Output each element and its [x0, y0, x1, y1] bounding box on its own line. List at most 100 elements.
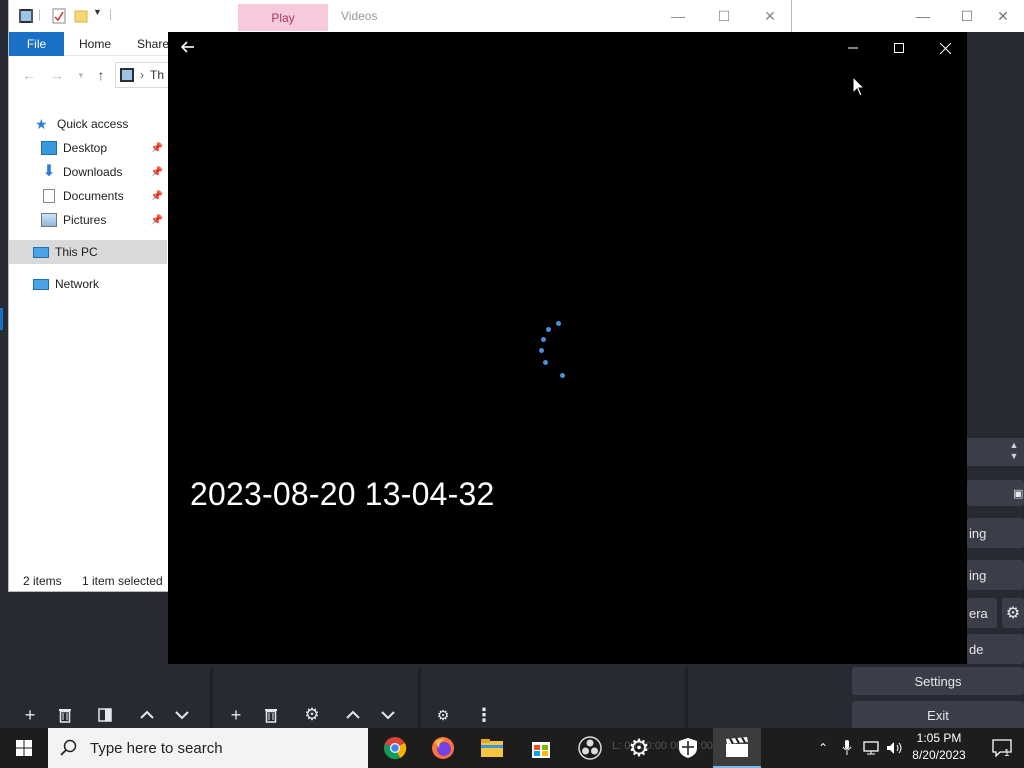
start-streaming-button[interactable]: ing — [967, 518, 1024, 548]
download-icon: ⬇ — [42, 163, 56, 180]
start-button[interactable] — [0, 728, 48, 768]
obs-close-button[interactable]: ✕ — [980, 0, 1024, 32]
taskbar-search-box[interactable]: Type here to search — [48, 728, 368, 768]
player-maximize-button[interactable] — [876, 32, 922, 64]
scene-filters-button[interactable] — [92, 702, 118, 728]
nav-desktop[interactable]: Desktop 📌 — [9, 136, 167, 160]
network-icon — [33, 278, 49, 290]
taskbar-video-editor[interactable] — [713, 728, 761, 768]
player-minimize-button[interactable] — [830, 32, 876, 64]
scene-down-button[interactable] — [169, 702, 195, 728]
taskbar-security[interactable] — [664, 728, 712, 768]
window-title: Videos — [341, 9, 378, 23]
close-icon — [939, 42, 951, 54]
pin-icon[interactable]: 📌 — [151, 215, 163, 226]
player-close-button[interactable] — [922, 32, 968, 64]
studio-mode-button[interactable]: de — [967, 634, 1024, 664]
source-up-button[interactable] — [340, 702, 366, 728]
forward-button[interactable]: → — [47, 67, 67, 83]
microphone-icon[interactable] — [838, 728, 856, 768]
explorer-maximize-button[interactable]: ☐ — [701, 0, 747, 32]
obs-minimize-button[interactable]: — — [900, 0, 946, 32]
arrow-right-icon: → — [50, 67, 64, 83]
virtual-camera-button[interactable]: era — [967, 598, 997, 628]
taskbar-store[interactable] — [517, 728, 565, 768]
nav-this-pc[interactable]: This PC — [9, 240, 167, 264]
taskbar-chrome[interactable] — [371, 728, 419, 768]
up-button[interactable]: ↑ — [91, 67, 111, 83]
remove-scene-button[interactable] — [52, 702, 78, 728]
recent-locations-button[interactable]: ▼ — [71, 67, 91, 83]
clapperboard-icon — [726, 736, 748, 757]
taskbar-settings[interactable]: ⚙ — [615, 728, 663, 768]
tab-home[interactable]: Home — [73, 32, 117, 56]
chevron-down-icon — [381, 711, 395, 720]
explorer-minimize-button[interactable]: — — [655, 0, 701, 32]
obs-controls-dock — [967, 32, 1024, 692]
virtual-camera-settings-button[interactable]: ⚙ — [1002, 598, 1024, 628]
chevron-up-icon — [346, 710, 360, 719]
dock-divider — [210, 668, 213, 728]
play-contextual-tab[interactable]: Play — [238, 4, 328, 31]
nav-pictures[interactable]: Pictures 📌 — [9, 208, 167, 232]
clock-date: 8/20/2023 — [912, 748, 966, 762]
breadcrumb[interactable]: Th — [150, 68, 164, 82]
start-recording-button[interactable]: ing — [967, 560, 1024, 590]
back-button[interactable] — [180, 39, 204, 57]
spin-arrows-icon[interactable]: ▲ ▼ — [1006, 440, 1022, 464]
document-icon — [43, 189, 55, 203]
source-down-button[interactable] — [375, 702, 401, 728]
remove-source-button[interactable] — [258, 702, 284, 728]
firefox-icon — [432, 737, 454, 759]
nav-network[interactable]: Network — [9, 272, 167, 296]
scroll-indicator — [0, 308, 3, 330]
exit-button[interactable]: Exit — [852, 701, 1024, 729]
gear-icon: ⚙ — [1005, 605, 1021, 622]
status-item-count: 2 items — [23, 574, 62, 588]
qat-divider: | — [109, 7, 113, 21]
shield-icon — [679, 738, 697, 758]
video-folder-icon — [19, 9, 33, 23]
network-tray-icon[interactable] — [860, 728, 882, 768]
add-scene-button[interactable]: + — [17, 702, 43, 728]
advanced-audio-button[interactable]: ⚙​ — [430, 702, 456, 728]
nav-downloads[interactable]: ⬇ Downloads 📌 — [9, 160, 167, 184]
pin-icon[interactable]: 📌 — [151, 191, 163, 202]
chevron-up-icon: ⌃ — [817, 741, 829, 755]
qat-customize-icon[interactable]: ▼ — [93, 7, 102, 25]
settings-button[interactable]: Settings — [852, 667, 1024, 695]
video-player-window: 2023-08-20 13-04-32 — [168, 32, 967, 664]
taskbar-file-explorer[interactable] — [468, 728, 516, 768]
volume-icon[interactable] — [884, 728, 906, 768]
taskbar-obs[interactable] — [566, 728, 614, 768]
arrow-left-icon: ← — [22, 67, 36, 83]
arrow-left-icon — [180, 41, 194, 53]
explorer-close-button[interactable]: ✕ — [747, 0, 793, 32]
add-source-button[interactable]: + — [223, 702, 249, 728]
action-center-button[interactable]: 1 — [980, 728, 1024, 768]
pin-icon[interactable]: 📌 — [151, 143, 163, 154]
back-button[interactable]: ← — [19, 67, 39, 83]
windows-logo-icon — [16, 740, 32, 756]
scene-up-button[interactable] — [134, 702, 160, 728]
pictures-icon — [41, 213, 57, 227]
mixer-menu-button[interactable]: ⋮ — [471, 702, 497, 728]
obs-spinbox[interactable]: ▲ ▼ — [967, 438, 1024, 466]
nav-documents[interactable]: Documents 📌 — [9, 184, 167, 208]
nav-quick-access[interactable]: ★ Quick access — [9, 112, 167, 136]
pin-icon[interactable]: 📌 — [151, 167, 163, 178]
plus-icon: + — [24, 704, 36, 725]
tab-file[interactable]: File — [9, 32, 64, 56]
window-icon: ▣ — [1013, 487, 1024, 500]
video-folder-icon — [120, 68, 134, 82]
show-hidden-icons-button[interactable]: ⌃ — [814, 728, 832, 768]
address-bar[interactable]: › Th — [115, 62, 175, 88]
folder-icon — [481, 739, 503, 757]
taskbar-firefox[interactable] — [419, 728, 467, 768]
obs-dock-icon-button[interactable]: ▣ — [967, 480, 1024, 506]
properties-icon[interactable] — [51, 7, 67, 25]
taskbar-clock[interactable]: 1:05 PM 8/20/2023 — [906, 730, 972, 766]
source-properties-button[interactable]: ⚙ — [299, 702, 325, 728]
chevron-up-icon — [140, 710, 154, 719]
new-folder-icon[interactable] — [73, 7, 89, 25]
